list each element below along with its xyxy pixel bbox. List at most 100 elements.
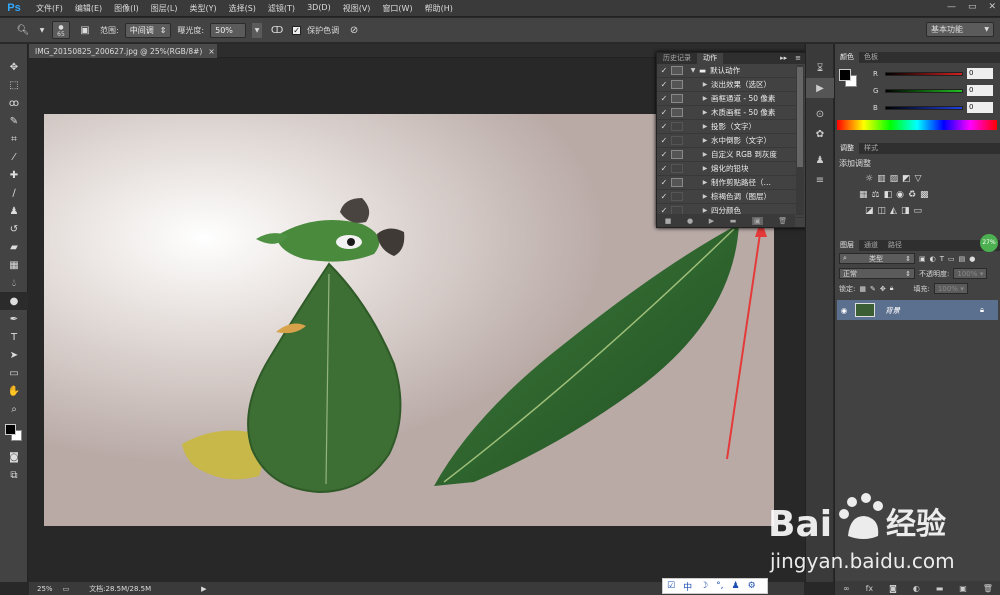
ime-punct-icon[interactable]: °, xyxy=(716,581,723,591)
action-row[interactable]: ✓ ▶ 棕褐色调（图层） xyxy=(657,190,805,204)
visibility-eye-icon[interactable]: ◉ xyxy=(837,306,851,315)
menu-item[interactable]: 帮助(H) xyxy=(419,3,459,14)
ime-moon-icon[interactable]: ☽ xyxy=(700,581,708,591)
tab-history[interactable]: 历史记录 xyxy=(657,53,697,64)
new-group-icon[interactable]: ▬ xyxy=(936,584,944,593)
shape-tool-icon[interactable]: ▭ xyxy=(0,364,28,382)
brightness-icon[interactable]: ☼ xyxy=(865,174,873,184)
photo-filter-icon[interactable]: ◉ xyxy=(896,190,904,200)
expand-down-icon[interactable]: ▼ xyxy=(687,67,699,74)
channel-slider[interactable] xyxy=(885,71,963,76)
trash-icon[interactable]: 🗑︎ xyxy=(983,584,993,593)
expand-right-icon[interactable]: ▶ xyxy=(699,207,711,214)
check-icon[interactable]: ✓ xyxy=(657,164,671,173)
exposure-icon[interactable]: ◩ xyxy=(902,174,911,184)
layer-filter-select[interactable]: ⌕ 类型 ⇕ xyxy=(839,253,915,264)
invert-icon[interactable]: ◪ xyxy=(865,206,874,216)
hand-tool-icon[interactable]: ✋ xyxy=(0,382,28,400)
dialog-toggle-icon[interactable] xyxy=(671,192,683,201)
document-tab[interactable]: IMG_20150825_200627.jpg @ 25%(RGB/8#) × xyxy=(29,44,217,58)
history-panel-icon[interactable]: ⏳︎ xyxy=(806,58,834,78)
stop-icon[interactable]: ■ xyxy=(665,217,672,225)
chevron-down-icon[interactable]: ▼ xyxy=(38,22,46,38)
levels-icon[interactable]: ▥ xyxy=(877,174,886,184)
actions-panel-icon[interactable]: ▶ xyxy=(806,78,834,98)
close-icon[interactable]: × xyxy=(208,47,214,56)
tab-layers[interactable]: 图层 xyxy=(835,240,859,251)
menu-item[interactable]: 文件(F) xyxy=(30,3,69,14)
tab-channels[interactable]: 通道 xyxy=(859,240,883,251)
move-tool-icon[interactable]: ✥ xyxy=(0,58,28,76)
new-set-icon[interactable]: ▬ xyxy=(730,217,737,225)
blur-tool-icon[interactable]: 💧︎ xyxy=(0,274,28,292)
channel-slider[interactable] xyxy=(885,105,963,110)
filter-type-icon[interactable]: T xyxy=(940,255,944,263)
minimize-icon[interactable]: — xyxy=(947,2,956,12)
menu-item[interactable]: 编辑(E) xyxy=(69,3,108,14)
close-icon[interactable]: ✕ xyxy=(988,2,996,12)
lock-transparent-icon[interactable]: ▦ xyxy=(859,285,866,293)
expand-right-icon[interactable]: ▶ xyxy=(699,179,711,186)
actions-scrollbar[interactable] xyxy=(796,65,804,215)
crop-tool-icon[interactable]: ⌗ xyxy=(0,130,28,148)
quick-select-tool-icon[interactable]: ✎ xyxy=(0,112,28,130)
restore-icon[interactable]: ▭ xyxy=(968,2,977,12)
path-select-tool-icon[interactable]: ➤ xyxy=(0,346,28,364)
channel-slider[interactable] xyxy=(885,88,963,93)
dialog-toggle-icon[interactable] xyxy=(671,94,683,103)
gradient-tool-icon[interactable]: ▦ xyxy=(0,256,28,274)
tab-actions[interactable]: 动作 xyxy=(697,53,723,64)
color-swatches[interactable] xyxy=(0,420,27,448)
action-row[interactable]: ✓ ▶ 木质画框 - 50 像素 xyxy=(657,106,805,120)
color-balance-icon[interactable]: ⚖ xyxy=(872,190,880,200)
blend-mode-select[interactable]: 正常 ⇕ xyxy=(839,268,915,279)
brush-size-picker[interactable]: ● 65 xyxy=(52,21,70,39)
dialog-toggle-icon[interactable] xyxy=(671,122,683,131)
menu-item[interactable]: 选择(S) xyxy=(223,3,262,14)
tab-color[interactable]: 颜色 xyxy=(835,52,859,63)
trash-icon[interactable]: 🗑︎ xyxy=(778,217,787,225)
expand-right-icon[interactable]: ▶ xyxy=(699,123,711,130)
check-icon[interactable]: ✓ xyxy=(657,80,671,89)
channel-value-input[interactable]: 0 xyxy=(967,68,993,79)
link-layers-icon[interactable]: ∞ xyxy=(843,584,850,593)
ime-logo-icon[interactable]: ☑ xyxy=(667,581,675,591)
actions-scroll-thumb[interactable] xyxy=(797,67,803,167)
expand-right-icon[interactable]: ▶ xyxy=(699,165,711,172)
curves-icon[interactable]: ▨ xyxy=(890,174,899,184)
action-row[interactable]: ✓ ▶ 熔化的铅块 xyxy=(657,162,805,176)
eyedropper-tool-icon[interactable]: ⁄ xyxy=(0,148,28,166)
history-brush-tool-icon[interactable]: ↺ xyxy=(0,220,28,238)
action-row[interactable]: ✓ ▶ 淡出效果（选区） xyxy=(657,78,805,92)
check-icon[interactable]: ✓ xyxy=(657,178,671,187)
workspace-select[interactable]: 基本功能 ▼ xyxy=(926,22,994,37)
filter-adjust-icon[interactable]: ◐ xyxy=(930,255,936,263)
layer-row-background[interactable]: ◉ 背景 🔒︎ xyxy=(837,300,998,320)
airbrush-icon[interactable]: ↀ xyxy=(268,22,286,38)
posterize-icon[interactable]: ◫ xyxy=(878,206,887,216)
lock-all-icon[interactable]: 🔒︎ xyxy=(890,284,894,293)
status-menu-icon[interactable]: ▶ xyxy=(201,585,206,593)
filter-pixel-icon[interactable]: ▣ xyxy=(919,255,926,263)
menu-item[interactable]: 窗口(W) xyxy=(376,3,418,14)
filter-toggle-icon[interactable]: ● xyxy=(969,255,975,263)
dialog-toggle-icon[interactable] xyxy=(671,80,683,89)
filter-smart-icon[interactable]: ▤ xyxy=(959,255,966,263)
panel-menu-icon[interactable]: ≡ xyxy=(791,53,805,64)
lock-pixels-icon[interactable]: ✎ xyxy=(870,285,876,293)
check-icon[interactable]: ✓ xyxy=(657,192,671,201)
action-row[interactable]: ✓ ▶ 画框通道 - 50 像素 xyxy=(657,92,805,106)
type-tool-icon[interactable]: T xyxy=(0,328,28,346)
menu-item[interactable]: 3D(D) xyxy=(301,3,337,14)
brush-panel-icon[interactable]: ▣ xyxy=(76,22,94,38)
dialog-toggle-icon[interactable] xyxy=(671,108,683,117)
threshold-icon[interactable]: ◭ xyxy=(890,206,897,216)
opacity-input[interactable]: 100% ▾ xyxy=(953,268,988,279)
action-row[interactable]: ✓ ▶ 自定义 RGB 到灰度 xyxy=(657,148,805,162)
filter-shape-icon[interactable]: ▭ xyxy=(948,255,955,263)
screen-mode-icon[interactable]: ⧉ xyxy=(0,466,28,484)
color-lookup-icon[interactable]: ▩ xyxy=(920,190,929,200)
dialog-toggle-icon[interactable] xyxy=(671,66,683,75)
ime-mode[interactable]: 中 xyxy=(683,580,692,593)
play-icon[interactable]: ▶ xyxy=(709,217,714,225)
